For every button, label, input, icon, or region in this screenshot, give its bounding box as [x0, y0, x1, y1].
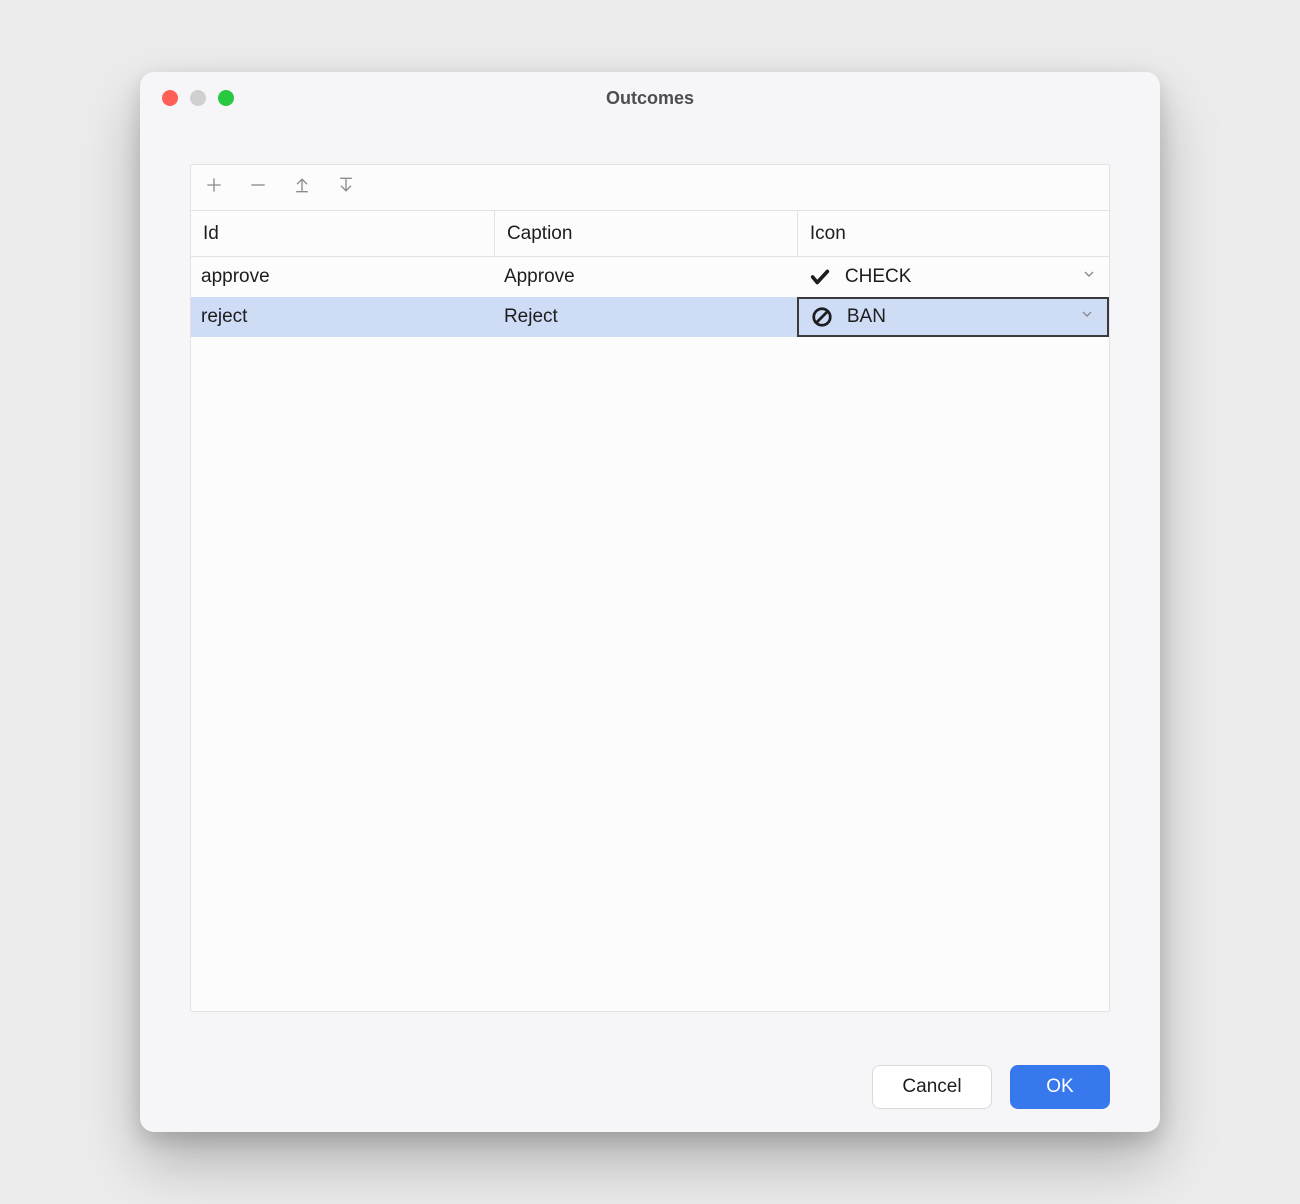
column-header-id[interactable]: Id — [191, 211, 494, 256]
outcomes-dialog: Outcomes — [140, 72, 1160, 1132]
plus-icon — [204, 175, 224, 200]
column-header-icon[interactable]: Icon — [797, 211, 1109, 256]
titlebar: Outcomes — [140, 72, 1160, 124]
content-area: Id Caption Icon approve Approve CHECK — [140, 124, 1160, 1042]
ok-button[interactable]: OK — [1010, 1065, 1110, 1109]
arrow-down-icon — [336, 175, 356, 200]
table-body: approve Approve CHECK reject Reject — [191, 257, 1109, 1011]
chevron-down-icon — [1079, 306, 1095, 328]
arrow-up-icon — [292, 175, 312, 200]
add-button[interactable] — [199, 173, 229, 203]
cell-icon-dropdown[interactable]: CHECK — [797, 257, 1109, 297]
minus-icon — [248, 175, 268, 200]
cell-id[interactable]: reject — [191, 297, 494, 337]
column-header-caption[interactable]: Caption — [494, 211, 797, 256]
cell-id[interactable]: approve — [191, 257, 494, 297]
cell-caption[interactable]: Approve — [494, 257, 797, 297]
cancel-button[interactable]: Cancel — [872, 1065, 992, 1109]
icon-name-label: CHECK — [845, 266, 912, 288]
check-icon — [807, 266, 833, 288]
chevron-down-icon — [1081, 266, 1097, 288]
cell-icon-dropdown[interactable]: BAN — [797, 297, 1109, 337]
outcomes-table-panel: Id Caption Icon approve Approve CHECK — [190, 164, 1110, 1012]
cell-caption[interactable]: Reject — [494, 297, 797, 337]
move-up-button[interactable] — [287, 173, 317, 203]
move-down-button[interactable] — [331, 173, 361, 203]
table-row[interactable]: approve Approve CHECK — [191, 257, 1109, 297]
table-row[interactable]: reject Reject BAN — [191, 297, 1109, 337]
icon-name-label: BAN — [847, 306, 886, 328]
ban-icon — [809, 306, 835, 328]
table-toolbar — [191, 165, 1109, 211]
window-title: Outcomes — [140, 88, 1160, 109]
remove-button[interactable] — [243, 173, 273, 203]
table-header-row: Id Caption Icon — [191, 211, 1109, 257]
dialog-footer: Cancel OK — [140, 1042, 1160, 1132]
